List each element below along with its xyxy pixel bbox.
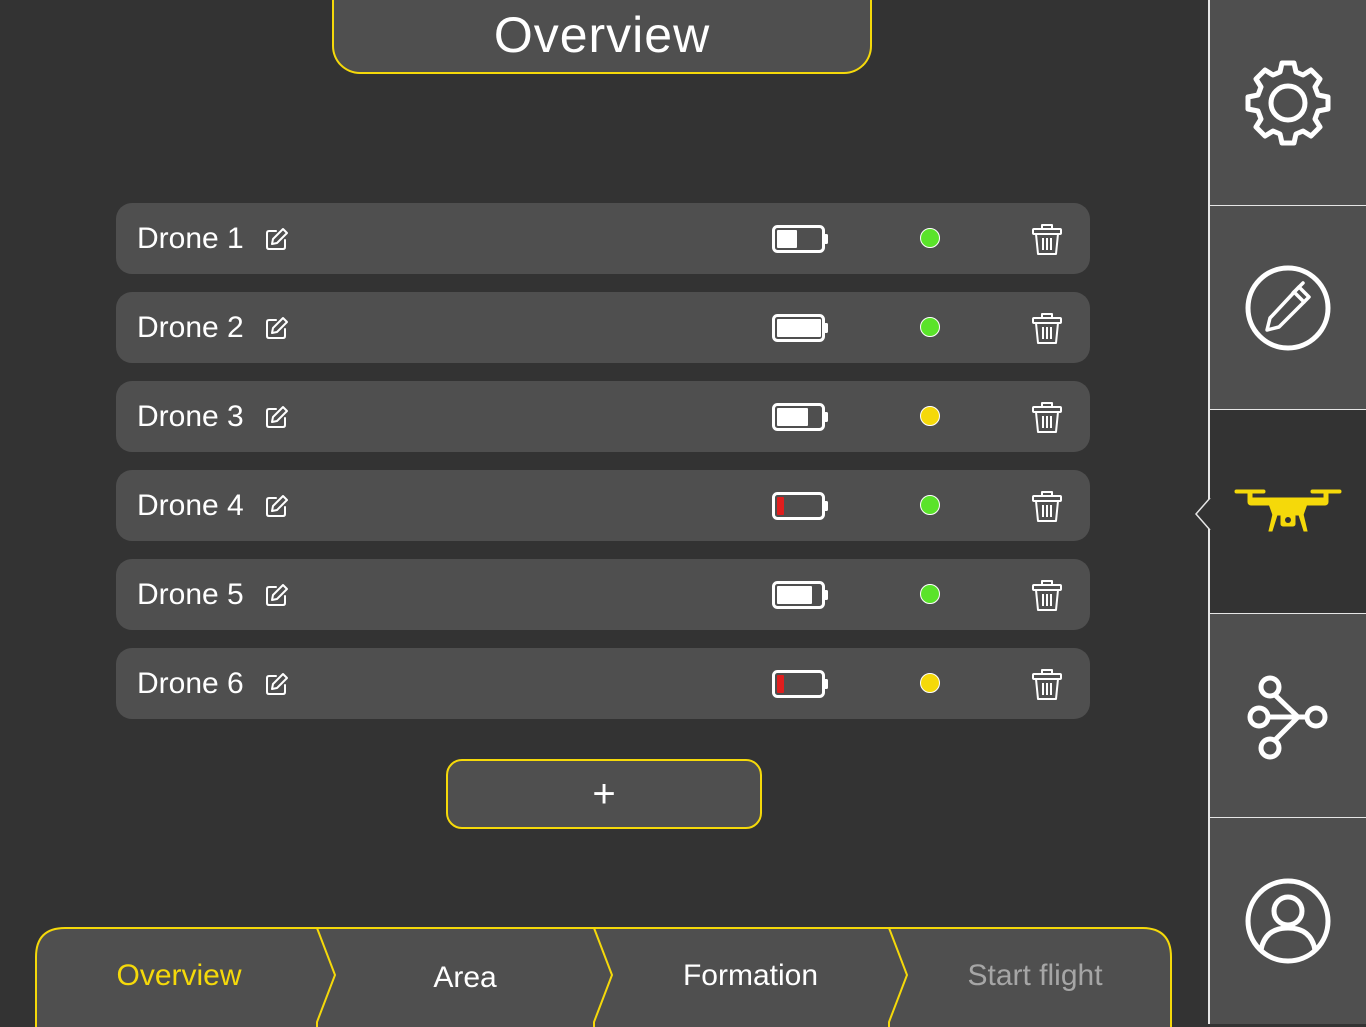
battery-icon — [772, 670, 828, 698]
step-overview-label: Overview — [116, 958, 242, 992]
drone-row[interactable]: Drone 3 — [116, 381, 1090, 452]
step-formation-label: Formation — [682, 958, 819, 992]
drone-row[interactable]: Drone 6 — [116, 648, 1090, 719]
battery-icon — [772, 581, 828, 609]
trash-icon[interactable] — [1031, 578, 1063, 612]
sidebar-item-share[interactable] — [1210, 614, 1366, 818]
sidebar-item-profile[interactable] — [1210, 818, 1366, 1024]
workflow-stepper: Overview Area Formation Start flight — [35, 927, 1172, 1027]
pen-icon — [1245, 265, 1331, 350]
drone-row[interactable]: Drone 2 — [116, 292, 1090, 363]
page-title: Overview — [332, 0, 872, 74]
step-start-flight: Start flight — [898, 927, 1172, 1024]
drone-name: Drone 2 — [137, 311, 244, 344]
trash-icon[interactable] — [1031, 400, 1063, 434]
battery-icon — [772, 492, 828, 520]
battery-icon — [772, 403, 828, 431]
drone-row[interactable]: Drone 5 — [116, 559, 1090, 630]
trash-icon[interactable] — [1031, 489, 1063, 523]
trash-icon[interactable] — [1031, 667, 1063, 701]
user-icon — [1245, 878, 1331, 964]
active-pointer — [1195, 498, 1211, 530]
edit-icon[interactable] — [265, 494, 289, 518]
status-indicator — [920, 495, 940, 515]
status-indicator — [920, 584, 940, 604]
drone-row[interactable]: Drone 4 — [116, 470, 1090, 541]
edit-icon[interactable] — [265, 583, 289, 607]
step-area[interactable]: Area — [325, 927, 605, 1024]
battery-icon — [772, 225, 828, 253]
sidebar-item-settings[interactable] — [1210, 0, 1366, 206]
trash-icon[interactable] — [1031, 311, 1063, 345]
edit-icon[interactable] — [265, 672, 289, 696]
sidebar-item-drones[interactable] — [1210, 410, 1366, 614]
edit-icon[interactable] — [265, 227, 289, 251]
step-formation[interactable]: Formation — [603, 927, 898, 1024]
trash-icon[interactable] — [1031, 222, 1063, 256]
step-area-label: Area — [433, 960, 497, 994]
add-button-label: + — [592, 771, 616, 816]
status-indicator — [920, 673, 940, 693]
edit-icon[interactable] — [265, 316, 289, 340]
step-overview[interactable]: Overview — [35, 927, 323, 1024]
gear-icon — [1245, 60, 1331, 145]
battery-icon — [772, 314, 828, 342]
drone-name: Drone 3 — [137, 400, 244, 433]
drone-name: Drone 6 — [137, 667, 244, 700]
share-icon — [1247, 675, 1328, 759]
sidebar — [1208, 0, 1366, 1024]
drone-name: Drone 1 — [137, 222, 244, 255]
status-indicator — [920, 228, 940, 248]
drone-name: Drone 5 — [137, 578, 244, 611]
edit-icon[interactable] — [265, 405, 289, 429]
step-start-flight-label: Start flight — [967, 958, 1103, 992]
status-indicator — [920, 317, 940, 337]
drone-row[interactable]: Drone 1 — [116, 203, 1090, 274]
add-drone-button[interactable]: + — [446, 759, 762, 829]
drone-name: Drone 4 — [137, 489, 244, 522]
sidebar-item-edit[interactable] — [1210, 206, 1366, 410]
status-indicator — [920, 406, 940, 426]
drone-icon — [1234, 489, 1342, 531]
